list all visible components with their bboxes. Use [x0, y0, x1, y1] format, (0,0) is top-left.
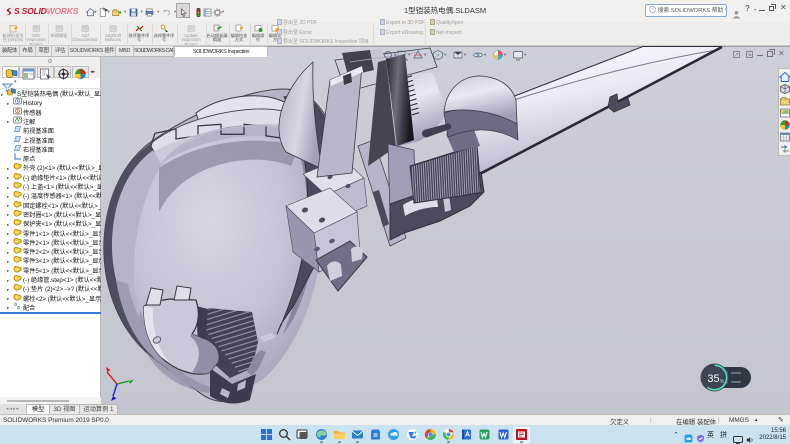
svg-text:?: ?	[651, 7, 654, 12]
svg-text:35: 35	[707, 373, 719, 385]
svg-text:%: %	[720, 379, 725, 385]
